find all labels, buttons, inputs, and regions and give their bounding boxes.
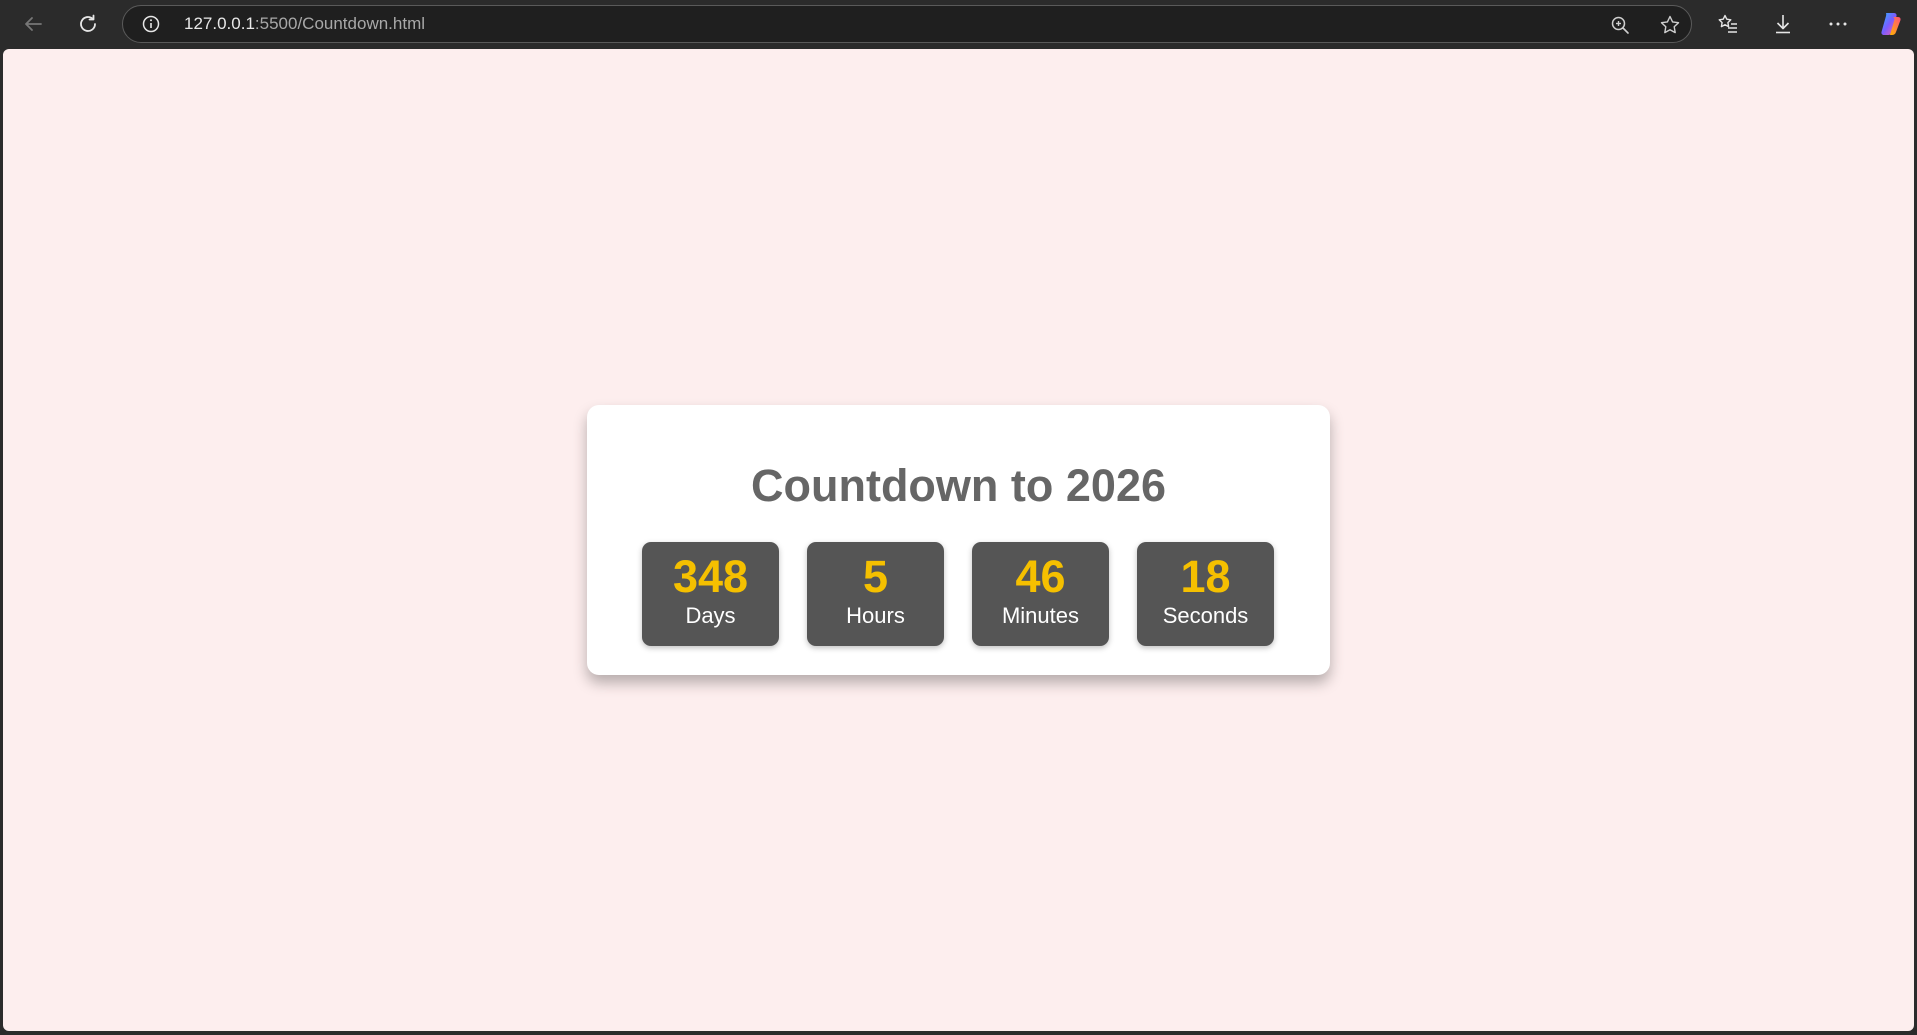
downloads-button[interactable] bbox=[1766, 7, 1800, 41]
countdown-timer: 348 Days 5 Hours 46 Minutes 18 Seconds bbox=[642, 542, 1274, 646]
days-label: Days bbox=[685, 603, 736, 628]
hours-box: 5 Hours bbox=[807, 542, 944, 646]
countdown-card: Countdown to 2026 348 Days 5 Hours 46 Mi… bbox=[587, 405, 1330, 675]
seconds-label: Seconds bbox=[1162, 603, 1249, 628]
days-value: 348 bbox=[672, 551, 749, 602]
copilot-button[interactable] bbox=[1874, 7, 1908, 41]
seconds-value: 18 bbox=[1180, 551, 1231, 602]
back-arrow-icon bbox=[25, 17, 42, 31]
refresh-button[interactable] bbox=[71, 7, 105, 41]
info-icon[interactable] bbox=[142, 15, 160, 33]
page-viewport: Countdown to 2026 348 Days 5 Hours 46 Mi… bbox=[3, 49, 1914, 1031]
favorites-button[interactable] bbox=[1711, 7, 1745, 41]
favorites-icon bbox=[1718, 14, 1737, 33]
more-icon bbox=[1829, 22, 1847, 26]
url-host: 127.0.0.1 bbox=[184, 14, 255, 33]
hours-value: 5 bbox=[862, 551, 889, 602]
url-text[interactable]: 127.0.0.1:5500/Countdown.html bbox=[184, 6, 425, 42]
seconds-box: 18 Seconds bbox=[1137, 542, 1274, 646]
copilot-icon bbox=[1881, 13, 1901, 35]
page-title: Countdown to 2026 bbox=[751, 460, 1166, 511]
refresh-icon bbox=[80, 14, 96, 32]
browser-toolbar: 127.0.0.1:5500/Countdown.html bbox=[0, 0, 1917, 48]
more-button[interactable] bbox=[1821, 7, 1855, 41]
download-icon bbox=[1776, 15, 1790, 34]
zoom-in-icon[interactable] bbox=[1609, 14, 1631, 36]
minutes-value: 46 bbox=[1015, 551, 1066, 602]
days-box: 348 Days bbox=[642, 542, 779, 646]
hours-label: Hours bbox=[846, 603, 905, 628]
minutes-box: 46 Minutes bbox=[972, 542, 1109, 646]
back-button[interactable] bbox=[16, 7, 50, 41]
star-icon[interactable] bbox=[1659, 14, 1681, 36]
address-bar[interactable]: 127.0.0.1:5500/Countdown.html bbox=[122, 5, 1692, 43]
minutes-label: Minutes bbox=[1001, 603, 1080, 628]
url-path: :5500/Countdown.html bbox=[254, 14, 426, 33]
